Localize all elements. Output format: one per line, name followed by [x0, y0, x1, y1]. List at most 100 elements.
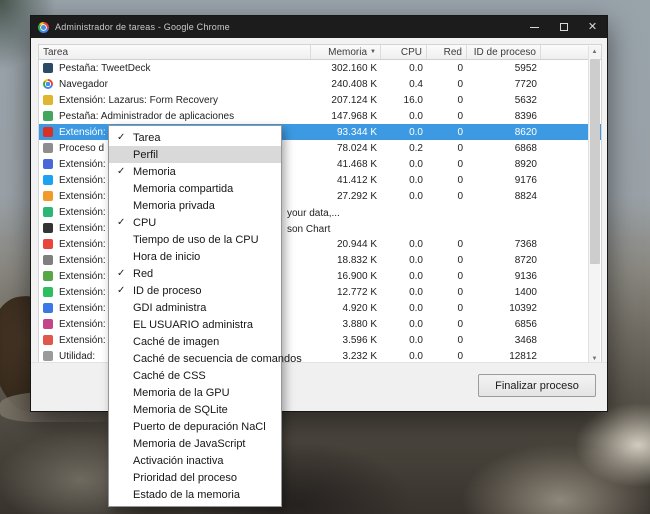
scroll-up-icon[interactable]: ▲	[589, 46, 601, 57]
task-label: Pestaña: TweetDeck	[59, 62, 151, 74]
vertical-scrollbar[interactable]: ▲ ▼	[588, 46, 600, 364]
task-label: Navegador	[59, 78, 108, 90]
memory-cell: 3.880 K	[342, 318, 377, 330]
net-cell: 0	[457, 238, 463, 250]
menu-item[interactable]: ✓ CPU	[109, 214, 281, 231]
menu-item[interactable]: Memoria de la GPU	[109, 384, 281, 401]
cpu-cell: 0.0	[409, 302, 423, 314]
memory-cell: 27.292 K	[336, 190, 377, 202]
menu-item-label: ID de proceso	[133, 284, 202, 297]
cpu-cell: 0.0	[409, 62, 423, 74]
menu-item[interactable]: ✓ Memoria	[109, 163, 281, 180]
titlebar[interactable]: Administrador de tareas - Google Chrome …	[31, 16, 607, 38]
column-header-cpu[interactable]: CPU	[381, 45, 427, 59]
memory-cell: 41.412 K	[336, 174, 377, 186]
task-favicon-icon	[43, 143, 53, 153]
pid-cell: 8920	[514, 158, 537, 170]
menu-item-label: Perfil	[133, 148, 159, 161]
menu-item[interactable]: Tiempo de uso de la CPU	[109, 231, 281, 248]
menu-item-label: Hora de inicio	[133, 250, 201, 263]
minimize-button[interactable]	[520, 16, 549, 38]
cpu-cell: 0.0	[409, 190, 423, 202]
menu-item[interactable]: Perfil	[109, 146, 281, 163]
menu-item-label: Tiempo de uso de la CPU	[133, 233, 259, 246]
check-icon: ✓	[117, 268, 126, 279]
net-cell: 0	[457, 190, 463, 202]
pid-cell: 8720	[514, 254, 537, 266]
menu-item-label: Caché de CSS	[133, 369, 206, 382]
memory-cell: 18.832 K	[336, 254, 377, 266]
net-cell: 0	[457, 158, 463, 170]
cpu-cell: 0.0	[409, 254, 423, 266]
table-row[interactable]: Navegador 240.408 K 0.4 0 7720	[39, 76, 601, 92]
memory-cell: 93.344 K	[336, 126, 377, 138]
scrollbar-track[interactable]	[589, 57, 601, 353]
close-button[interactable]: ✕	[578, 16, 607, 38]
menu-item[interactable]: Estado de la memoria	[109, 486, 281, 503]
cpu-cell: 0.0	[409, 238, 423, 250]
menu-item[interactable]: EL USUARIO administra	[109, 316, 281, 333]
menu-item-label: Memoria de la GPU	[133, 386, 230, 399]
task-label-overflow: your data,...	[287, 207, 340, 219]
memory-cell: 3.596 K	[342, 334, 377, 346]
menu-item-label: Memoria privada	[133, 199, 215, 212]
pid-cell: 8824	[514, 190, 537, 202]
pid-cell: 9136	[514, 270, 537, 282]
task-label: Extensión:	[59, 190, 106, 202]
menu-item[interactable]: ✓ Tarea	[109, 129, 281, 146]
menu-item[interactable]: Hora de inicio	[109, 248, 281, 265]
menu-item[interactable]: Memoria privada	[109, 197, 281, 214]
task-label: Extensión:	[59, 302, 106, 314]
menu-item[interactable]: Memoria de JavaScript	[109, 435, 281, 452]
scrollbar-thumb[interactable]	[589, 59, 600, 264]
table-row[interactable]: Pestaña: Administrador de aplicaciones 14…	[39, 108, 601, 124]
pid-cell: 10392	[509, 302, 537, 314]
task-favicon-icon	[43, 335, 53, 345]
task-label: Extensión:	[59, 238, 106, 250]
menu-item[interactable]: Caché de CSS	[109, 367, 281, 384]
context-menu: ✓ Tarea Perfil ✓ Memoria Memoria compartida Me…	[108, 125, 302, 507]
menu-item[interactable]: ✓ ID de proceso	[109, 282, 281, 299]
menu-item[interactable]: Puerto de depuración NaCl	[109, 418, 281, 435]
net-cell: 0	[457, 318, 463, 330]
task-label: Extensión: Lazarus: Form Recovery	[59, 94, 218, 106]
net-cell: 0	[457, 142, 463, 154]
task-label: Extensión:	[59, 254, 106, 266]
task-cell: Navegador	[39, 79, 311, 90]
maximize-button[interactable]	[549, 16, 578, 38]
net-cell: 0	[457, 62, 463, 74]
menu-item[interactable]: Prioridad del proceso	[109, 469, 281, 486]
menu-item[interactable]: Caché de secuencia de comandos	[109, 350, 302, 367]
pid-cell: 5952	[514, 62, 537, 74]
memory-cell: 20.944 K	[336, 238, 377, 250]
memory-cell: 147.968 K	[331, 110, 377, 122]
column-header-net[interactable]: Red	[427, 45, 467, 59]
net-cell: 0	[457, 254, 463, 266]
task-label: Extensión:	[59, 158, 106, 170]
task-favicon-icon	[43, 191, 53, 201]
task-label: Extensión:	[59, 334, 106, 346]
menu-item[interactable]: ✓ Red	[109, 265, 281, 282]
column-header-pid[interactable]: ID de proceso	[467, 45, 541, 59]
memory-cell: 4.920 K	[342, 302, 377, 314]
column-header-task-label: Tarea	[43, 46, 69, 58]
column-header-task[interactable]: Tarea	[39, 45, 311, 59]
menu-item[interactable]: Activación inactiva	[109, 452, 281, 469]
menu-item[interactable]: GDI administra	[109, 299, 281, 316]
task-label: Proceso d	[59, 142, 105, 154]
menu-item[interactable]: Caché de imagen	[109, 333, 281, 350]
context-menu-items: ✓ Tarea Perfil ✓ Memoria Memoria compartida Me…	[109, 129, 302, 503]
cpu-cell: 0.0	[409, 350, 423, 362]
column-header-cpu-label: CPU	[400, 46, 422, 58]
menu-item[interactable]: Memoria de SQLite	[109, 401, 281, 418]
task-label: Extensión:	[59, 286, 106, 298]
cpu-cell: 0.0	[409, 318, 423, 330]
net-cell: 0	[457, 334, 463, 346]
table-row[interactable]: Extensión: Lazarus: Form Recovery 207.124…	[39, 92, 601, 108]
column-header-memory[interactable]: Memoria ▼	[311, 45, 381, 59]
table-row[interactable]: Pestaña: TweetDeck 302.160 K 0.0 0 5952	[39, 60, 601, 76]
menu-item[interactable]: Memoria compartida	[109, 180, 281, 197]
end-process-button[interactable]: Finalizar proceso	[478, 374, 596, 397]
net-cell: 0	[457, 350, 463, 362]
close-icon: ✕	[587, 20, 598, 33]
